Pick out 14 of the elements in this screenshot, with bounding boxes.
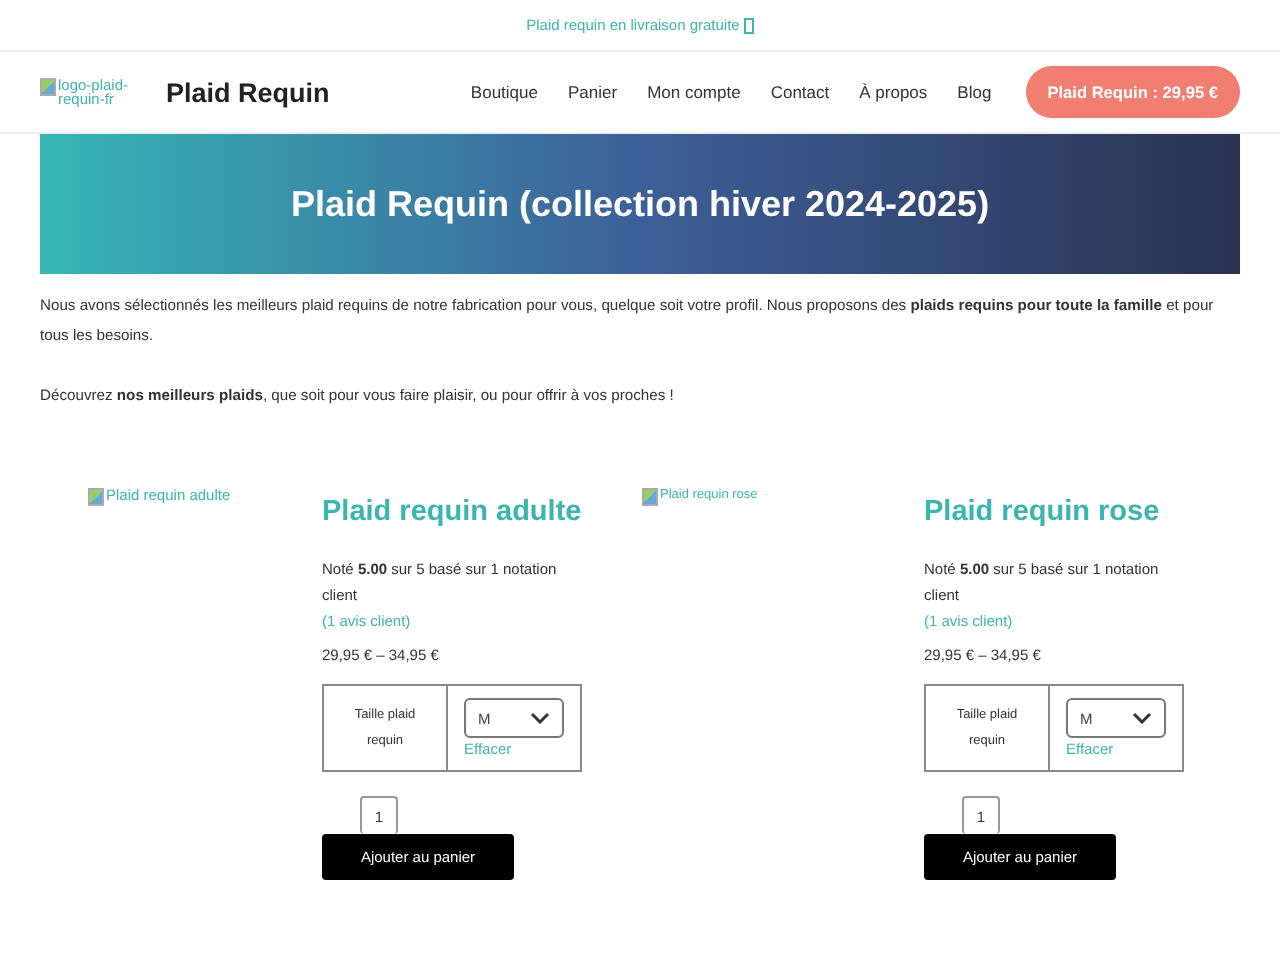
missing-glyph-icon [743, 17, 754, 33]
hero-title: Plaid Requin (collection hiver 2024-2025) [290, 183, 990, 225]
chevron-down-icon [530, 712, 550, 724]
nav-link[interactable]: Mon compte [647, 82, 741, 102]
broken-image-icon [642, 488, 658, 506]
site-title[interactable]: Plaid Requin [166, 77, 330, 107]
nav-link[interactable]: Contact [770, 82, 830, 102]
nav-link[interactable]: Boutique [470, 82, 538, 102]
broken-image-icon [88, 488, 104, 506]
nav-link[interactable]: À propos [859, 82, 928, 102]
nav-link[interactable]: Blog [957, 82, 992, 102]
broken-image-icon [40, 78, 56, 96]
nav-link[interactable]: Panier [567, 82, 618, 102]
chevron-down-icon [1132, 712, 1152, 724]
